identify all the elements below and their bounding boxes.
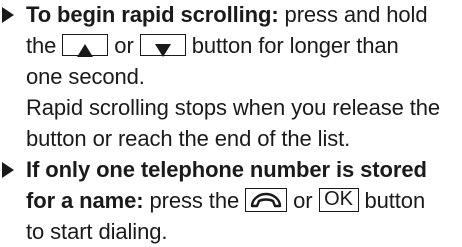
- instruction-text: one second.: [26, 64, 145, 89]
- instruction-text: press the: [143, 188, 246, 213]
- instruction-line: Rapid scrolling stops when you release t…: [26, 93, 440, 123]
- instruction-line: to start dialing.: [26, 217, 167, 247]
- down-arrow-key-icon: [139, 34, 186, 58]
- instruction-line: button or reach the end of the list.: [26, 124, 350, 154]
- instruction-text: press and hold: [278, 2, 428, 27]
- bullet-arrow-icon: [2, 162, 14, 178]
- instruction-text: the: [26, 33, 63, 58]
- instruction-text: Rapid scrolling stops when you release t…: [26, 95, 441, 120]
- instruction-line: To begin rapid scrolling: press and hold: [26, 0, 428, 30]
- bullet-arrow-icon: [2, 7, 14, 23]
- instruction-text: or: [287, 188, 319, 213]
- instruction-text: or: [108, 33, 140, 58]
- instruction-line: for a name: press the or OK button: [26, 186, 425, 216]
- instruction-line: If only one telephone number is stored: [26, 155, 427, 185]
- instruction-heading: If only one telephone number is stored: [26, 157, 427, 182]
- instruction-text: button for longer than: [185, 33, 399, 58]
- ok-key: OK: [318, 188, 359, 213]
- up-arrow-key-icon: [62, 34, 109, 58]
- instruction-heading: for a name:: [26, 188, 144, 213]
- instruction-text: to start dialing.: [26, 219, 168, 244]
- instruction-text: button or reach the end of the list.: [26, 126, 351, 151]
- instruction-heading: To begin rapid scrolling:: [26, 2, 279, 27]
- instruction-text: button: [358, 188, 426, 213]
- manual-page: To begin rapid scrolling: press and hold…: [0, 0, 462, 244]
- phone-handset-key-icon: [245, 188, 288, 213]
- instruction-line: one second.: [26, 62, 145, 92]
- instruction-line: the or button for longer than: [26, 31, 399, 61]
